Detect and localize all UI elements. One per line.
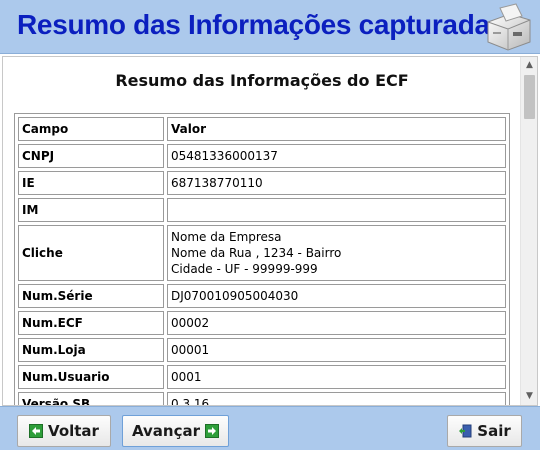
arrow-left-icon — [29, 424, 44, 438]
table-row: IM — [18, 198, 506, 222]
table-row: Num.ECF 00002 — [18, 311, 506, 335]
row-value — [167, 198, 506, 222]
table-row: Num.Loja 00001 — [18, 338, 506, 362]
scroll-down-icon[interactable]: ▼ — [521, 388, 537, 405]
table-header-row: Campo Valor — [18, 117, 506, 141]
scroll-up-icon[interactable]: ▲ — [521, 57, 537, 74]
table-row: IE 687138770110 — [18, 171, 506, 195]
exit-door-icon — [459, 424, 472, 438]
row-key: Num.ECF — [18, 311, 164, 335]
column-header-value: Valor — [167, 117, 506, 141]
column-header-key: Campo — [18, 117, 164, 141]
info-table: Campo Valor CNPJ 05481336000137 IE 68713… — [14, 113, 510, 405]
row-value: Nome da Empresa Nome da Rua , 1234 - Bai… — [167, 225, 506, 281]
row-key: IE — [18, 171, 164, 195]
summary-panel: Resumo das Informações do ECF Campo Valo… — [2, 56, 538, 406]
printer-icon — [487, 3, 531, 51]
table-row: Num.Usuario 0001 — [18, 365, 506, 389]
header-bar: Resumo das Informações capturadas — [0, 0, 540, 54]
exit-button[interactable]: Sair — [447, 415, 522, 447]
back-button-label: Voltar — [48, 422, 99, 440]
back-button[interactable]: Voltar — [17, 415, 111, 447]
row-value: 05481336000137 — [167, 144, 506, 168]
footer-bar: Voltar Avançar Sair — [0, 406, 540, 450]
vertical-scrollbar[interactable]: ▲ ▼ — [520, 57, 537, 405]
row-value: 687138770110 — [167, 171, 506, 195]
next-button-label: Avançar — [131, 422, 201, 440]
table-row: Num.Série DJ070010905004030 — [18, 284, 506, 308]
arrow-right-icon — [205, 424, 220, 438]
cliche-line: Nome da Empresa — [171, 230, 282, 244]
exit-button-label: Sair — [477, 422, 511, 440]
row-key: Num.Usuario — [18, 365, 164, 389]
row-value: DJ070010905004030 — [167, 284, 506, 308]
table-row: CNPJ 05481336000137 — [18, 144, 506, 168]
row-value: 0001 — [167, 365, 506, 389]
scrollbar-thumb[interactable] — [524, 75, 535, 119]
row-key: Num.Loja — [18, 338, 164, 362]
page-title: Resumo das Informações capturadas — [17, 9, 506, 40]
next-button[interactable]: Avançar — [122, 415, 229, 447]
row-key: Num.Série — [18, 284, 164, 308]
row-value: 00002 — [167, 311, 506, 335]
table-row: Versão SB 0.3.16 — [18, 392, 506, 405]
row-key: Cliche — [18, 225, 164, 281]
row-value: 00001 — [167, 338, 506, 362]
cliche-line: Nome da Rua , 1234 - Bairro — [171, 246, 342, 260]
cliche-line: Cidade - UF - 99999-999 — [171, 262, 318, 276]
row-value: 0.3.16 — [167, 392, 506, 405]
row-key: Versão SB — [18, 392, 164, 405]
document-title: Resumo das Informações do ECF — [115, 71, 409, 90]
row-key: CNPJ — [18, 144, 164, 168]
row-key: IM — [18, 198, 164, 222]
table-row: Cliche Nome da Empresa Nome da Rua , 123… — [18, 225, 506, 281]
